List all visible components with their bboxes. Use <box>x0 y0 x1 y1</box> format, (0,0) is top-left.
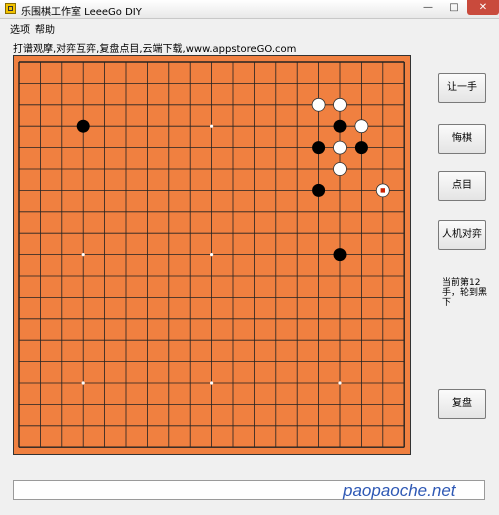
window-title: 乐围棋工作室 LeeeGo DIY <box>21 7 142 18</box>
watermark: paopaoche.net <box>343 481 456 500</box>
white-stone <box>333 162 347 176</box>
white-stone <box>354 119 369 134</box>
black-stone <box>354 141 368 155</box>
menu-options[interactable]: 选项 <box>10 21 30 36</box>
star-point <box>338 381 342 385</box>
star-point <box>210 253 214 257</box>
star-point <box>81 381 85 385</box>
black-stone <box>312 183 326 197</box>
handicap-button[interactable]: 让一手 <box>438 73 486 103</box>
replay-button[interactable]: 复盘 <box>438 389 486 419</box>
white-stone <box>311 97 326 112</box>
star-point <box>210 381 214 385</box>
vs-computer-button[interactable]: 人机对弈 <box>438 220 486 250</box>
black-stone <box>312 141 326 155</box>
star-point <box>81 253 85 257</box>
black-stone <box>333 248 347 262</box>
star-point <box>210 124 214 128</box>
maximize-button[interactable]: □ <box>441 0 467 15</box>
title-bar: 乐围棋工作室 LeeeGo DIY — □ ✕ <box>0 0 499 19</box>
go-board-icon <box>5 3 16 14</box>
last-move-marker <box>380 188 385 193</box>
white-stone <box>333 140 347 155</box>
menu-bar: 选项 帮助 <box>0 19 499 36</box>
minimize-button[interactable]: — <box>415 0 441 15</box>
close-button[interactable]: ✕ <box>467 0 499 15</box>
white-stone <box>333 97 347 112</box>
undo-button[interactable]: 悔棋 <box>438 124 486 154</box>
count-button[interactable]: 点目 <box>438 171 486 201</box>
menu-help[interactable]: 帮助 <box>35 21 55 36</box>
black-stone <box>333 119 347 133</box>
black-stone <box>76 119 90 133</box>
info-text: 打谱观摩,对弈互弈,复盘点目,云端下载,www.appstoreGO.com <box>13 44 297 55</box>
go-board[interactable] <box>13 55 411 455</box>
board-grid[interactable] <box>14 56 410 454</box>
status-text: 当前第12手，轮到黑下 <box>442 278 488 308</box>
